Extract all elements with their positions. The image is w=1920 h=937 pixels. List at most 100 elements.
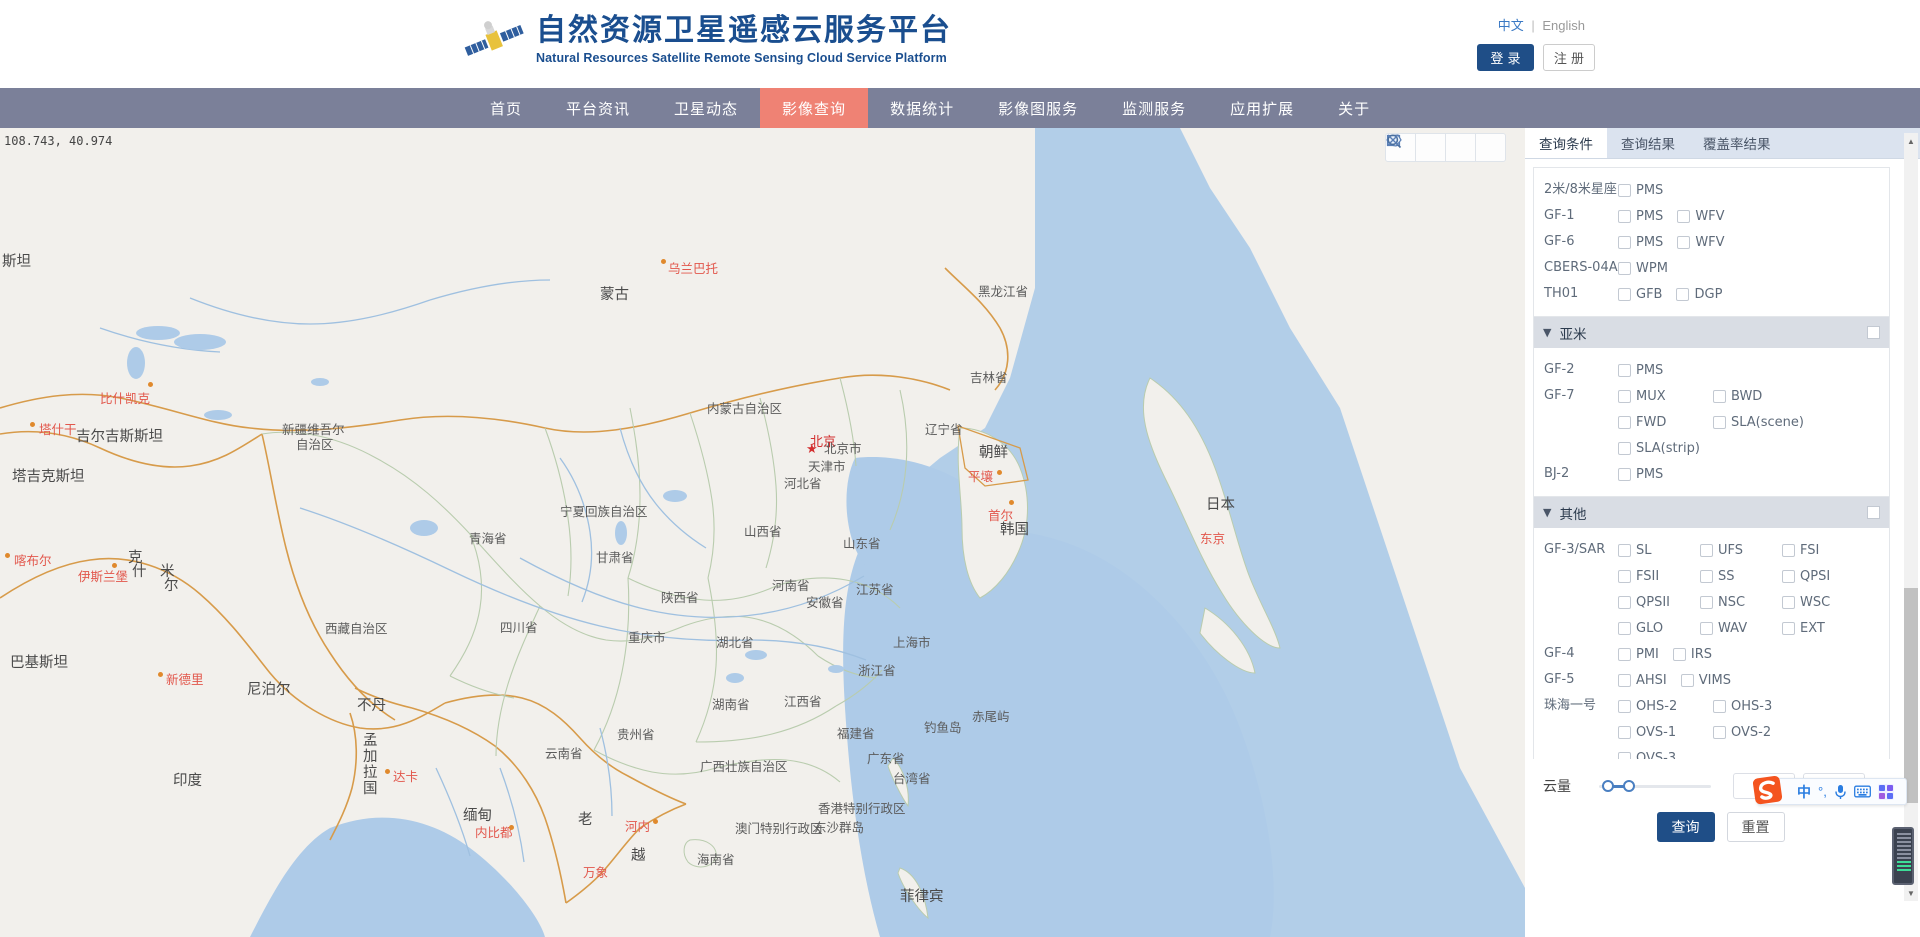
checkbox-option[interactable]: FWD xyxy=(1618,409,1713,435)
panel-tab-1[interactable]: 查询结果 xyxy=(1607,128,1689,158)
checkbox-option[interactable]: QPSI xyxy=(1782,563,1864,589)
nav-item-7[interactable]: 应用扩展 xyxy=(1208,88,1316,128)
checkbox-option[interactable]: VIMS xyxy=(1680,667,1731,693)
lang-chinese-link[interactable]: 中文 xyxy=(1498,18,1524,33)
checkbox-option[interactable]: SLA(scene) xyxy=(1713,409,1808,435)
checkbox-box[interactable] xyxy=(1618,415,1631,429)
checkbox-option[interactable]: UFS xyxy=(1700,537,1782,563)
checkbox-box[interactable] xyxy=(1618,235,1631,249)
checkbox-box[interactable] xyxy=(1700,621,1713,635)
checkbox-box[interactable] xyxy=(1618,647,1631,661)
checkbox-box[interactable] xyxy=(1618,183,1631,197)
checkbox-option[interactable]: PMI xyxy=(1618,641,1659,667)
checkbox-option[interactable]: SL xyxy=(1618,537,1700,563)
map-canvas[interactable]: 108.743, 40.974 斯坦 乌兰巴托 蒙古 黑龙江省 比什凯克 吉尔吉… xyxy=(0,128,1525,937)
checkbox-box[interactable] xyxy=(1618,467,1631,481)
checkbox-box[interactable] xyxy=(1713,415,1726,429)
checkbox-option[interactable]: SS xyxy=(1700,563,1782,589)
map-close-tool[interactable] xyxy=(1387,133,1506,162)
scroll-down-arrow[interactable]: ▼ xyxy=(1904,885,1918,901)
nav-item-4[interactable]: 数据统计 xyxy=(868,88,976,128)
checkbox-box[interactable] xyxy=(1713,725,1726,739)
checkbox-box[interactable] xyxy=(1782,543,1795,557)
panel-tab-0[interactable]: 查询条件 xyxy=(1525,128,1607,158)
lang-english-link[interactable]: English xyxy=(1542,18,1585,33)
checkbox-option[interactable]: EXT xyxy=(1782,615,1864,641)
checkbox-box[interactable] xyxy=(1700,569,1713,583)
checkbox-option[interactable]: WPM xyxy=(1618,255,1668,281)
checkbox-box[interactable] xyxy=(1677,209,1691,223)
checkbox-option[interactable]: PMS xyxy=(1618,461,1663,487)
ime-punctuation[interactable]: °, xyxy=(1818,784,1827,799)
scrollbar-thumb[interactable] xyxy=(1904,588,1918,803)
checkbox-box[interactable] xyxy=(1618,751,1631,759)
checkbox-option[interactable]: WFV xyxy=(1677,229,1725,255)
sogou-ime-toolbar[interactable]: 中 °, xyxy=(1752,775,1907,805)
ime-chinese-mode[interactable]: 中 xyxy=(1797,782,1811,802)
checkbox-box[interactable] xyxy=(1618,543,1631,557)
checkbox-box[interactable] xyxy=(1700,595,1713,609)
login-button[interactable]: 登 录 xyxy=(1477,44,1534,71)
checkbox-option[interactable]: GFB xyxy=(1618,281,1662,307)
nav-item-3[interactable]: 影像查询 xyxy=(760,88,869,128)
checkbox-option[interactable]: BWD xyxy=(1713,383,1808,409)
checkbox-box[interactable] xyxy=(1700,543,1713,557)
reset-button[interactable]: 重置 xyxy=(1726,812,1785,842)
query-button[interactable]: 查询 xyxy=(1656,812,1715,842)
checkbox-option[interactable]: OHS-3 xyxy=(1713,693,1808,719)
checkbox-option[interactable]: AHSI xyxy=(1618,667,1667,693)
checkbox-box[interactable] xyxy=(1782,621,1795,635)
group-header-submeter[interactable]: ▼ 亚米 xyxy=(1534,317,1889,348)
nav-item-2[interactable]: 卫星动态 xyxy=(652,88,760,128)
checkbox-option[interactable]: PMS xyxy=(1618,229,1663,255)
filter-groups-scroll[interactable]: 2米/8米星座 PMS GF-1 PMS WFV GF-6 PMS WFV CBERS-04A W… xyxy=(1533,167,1908,759)
checkbox-box[interactable] xyxy=(1618,699,1631,713)
ime-voice-input[interactable] xyxy=(1834,784,1847,800)
nav-item-6[interactable]: 监测服务 xyxy=(1100,88,1208,128)
checkbox-box[interactable] xyxy=(1782,569,1795,583)
checkbox-box[interactable] xyxy=(1618,363,1631,377)
checkbox-box[interactable] xyxy=(1618,725,1631,739)
group-header-other[interactable]: ▼ 其他 xyxy=(1534,497,1889,528)
nav-item-0[interactable]: 首页 xyxy=(468,88,544,128)
nav-item-8[interactable]: 关于 xyxy=(1316,88,1392,128)
checkbox-option[interactable]: WSC xyxy=(1782,589,1864,615)
checkbox-option[interactable]: WFV xyxy=(1677,203,1725,229)
nav-item-1[interactable]: 平台资讯 xyxy=(544,88,652,128)
checkbox-box[interactable] xyxy=(1618,621,1631,635)
checkbox-box[interactable] xyxy=(1677,235,1691,249)
checkbox-option[interactable]: OVS-1 xyxy=(1618,719,1713,745)
polygon-draw-tool[interactable] xyxy=(1386,133,1446,162)
checkbox-box[interactable] xyxy=(1618,595,1631,609)
checkbox-box[interactable] xyxy=(1676,287,1690,301)
checkbox-box[interactable] xyxy=(1618,569,1631,583)
scroll-up-arrow[interactable]: ▲ xyxy=(1904,133,1918,149)
checkbox-option[interactable]: OVS-2 xyxy=(1713,719,1808,745)
panel-tab-2[interactable]: 覆盖率结果 xyxy=(1689,128,1785,158)
site-logo[interactable]: 自然资源卫星遥感云服务平台 Natural Resources Satellit… xyxy=(462,14,952,66)
slider-knob-min[interactable] xyxy=(1602,780,1614,792)
checkbox-option[interactable]: GLO xyxy=(1618,615,1700,641)
ime-soft-keyboard[interactable] xyxy=(1853,785,1871,798)
checkbox-option[interactable]: FSI xyxy=(1782,537,1864,563)
checkbox-option[interactable]: PMS xyxy=(1618,203,1663,229)
checkbox-option[interactable]: IRS xyxy=(1672,641,1712,667)
checkbox-box[interactable] xyxy=(1713,389,1726,403)
ime-apps-menu[interactable] xyxy=(1877,783,1894,800)
checkbox-option[interactable]: WAV xyxy=(1700,615,1782,641)
group-select-all-checkbox[interactable] xyxy=(1867,506,1880,519)
checkbox-box[interactable] xyxy=(1618,209,1631,223)
group-select-all-checkbox[interactable] xyxy=(1867,326,1880,339)
checkbox-box[interactable] xyxy=(1618,261,1631,275)
checkbox-option[interactable]: PMS xyxy=(1618,177,1663,203)
checkbox-option[interactable]: PMS xyxy=(1618,357,1663,383)
map-search-tool[interactable] xyxy=(1387,133,1476,162)
checkbox-option[interactable]: QPSII xyxy=(1618,589,1700,615)
checkbox-box[interactable] xyxy=(1618,673,1631,687)
checkbox-option[interactable]: FSII xyxy=(1618,563,1700,589)
checkbox-option[interactable]: SLA(strip) xyxy=(1618,435,1713,461)
checkbox-box[interactable] xyxy=(1618,441,1631,455)
checkbox-option[interactable]: DGP xyxy=(1676,281,1722,307)
register-button[interactable]: 注 册 xyxy=(1543,44,1595,71)
checkbox-box[interactable] xyxy=(1618,389,1631,403)
